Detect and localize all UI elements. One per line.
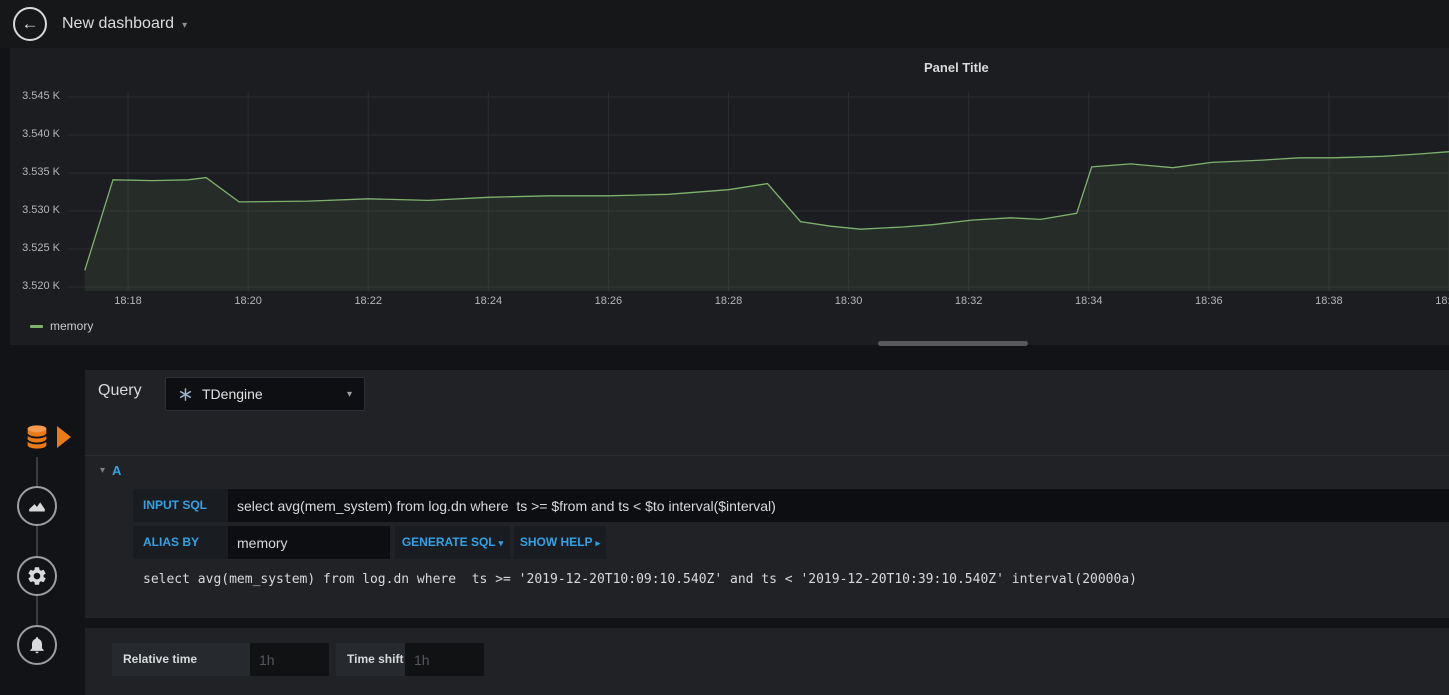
query-section-heading: Query [98, 382, 142, 399]
legend-color-dash [30, 324, 43, 328]
time-shift-label: Time shift [336, 643, 405, 676]
alias-by-field[interactable] [228, 526, 390, 559]
alias-by-label: ALIAS BY [133, 526, 228, 559]
time-series-chart[interactable] [68, 90, 1449, 295]
y-axis-label: 3.520 K [22, 280, 60, 292]
x-axis-label: 18:22 [354, 295, 382, 307]
bell-icon [30, 637, 44, 654]
x-axis-label: 18:30 [834, 295, 863, 307]
tdengine-logo-icon [179, 387, 192, 401]
gear-icon [28, 567, 46, 585]
x-axis-label: 18:18 [114, 295, 142, 307]
collapse-caret-icon[interactable]: ▾ [100, 465, 105, 476]
tab-connector-line [36, 437, 38, 645]
tab-visualization[interactable] [17, 486, 57, 526]
legend-label: memory [50, 319, 94, 333]
y-axis-label: 3.535 K [22, 166, 60, 178]
time-shift-input[interactable] [405, 643, 484, 676]
y-axis-label: 3.530 K [22, 204, 60, 216]
legend-series-toggle[interactable]: memory [30, 319, 93, 333]
top-navbar: ← New dashboard ▾ [0, 0, 1449, 48]
chevron-down-icon: ▾ [498, 538, 504, 548]
graph-panel: Panel Title memory 3.545 K 3.540 K 3.535 K… [10, 48, 1449, 345]
tab-queries[interactable] [17, 417, 57, 457]
datasource-name: TDengine [202, 386, 263, 402]
x-axis-label: 18:24 [474, 295, 503, 307]
x-axis-label: 18:32 [954, 295, 983, 307]
show-help-button[interactable]: SHOW HELP ▸ [514, 526, 606, 559]
relative-time-input[interactable] [250, 643, 329, 676]
tab-alert[interactable] [17, 625, 57, 665]
x-axis-label: 18:28 [714, 295, 743, 307]
generate-sql-button[interactable]: GENERATE SQL ▾ [395, 526, 510, 559]
graph-icon [29, 502, 45, 512]
active-tab-arrow-icon [57, 426, 71, 448]
x-axis-label: 18:26 [594, 295, 623, 307]
input-sql-field[interactable] [228, 489, 1449, 522]
chevron-down-icon: ▾ [182, 20, 188, 31]
x-axis-label: 18:20 [234, 295, 262, 307]
input-sql-label: INPUT SQL [133, 489, 228, 522]
generate-sql-label: GENERATE SQL [401, 535, 496, 549]
panel-title[interactable]: Panel Title [924, 60, 989, 75]
back-arrow-icon: ← [21, 14, 39, 33]
database-icon [26, 425, 48, 449]
x-axis-label: 18:34 [1074, 295, 1103, 307]
x-axis-label: 18:36 [1195, 295, 1223, 307]
show-help-label: SHOW HELP [519, 535, 593, 549]
y-axis-label: 3.540 K [22, 128, 60, 140]
generated-sql-text: select avg(mem_system) from log.dn where… [143, 572, 1137, 587]
x-axis-label: 18:38 [1315, 295, 1343, 307]
time-options-section: Relative time Time shift [85, 628, 1449, 695]
datasource-picker[interactable]: TDengine ▾ [165, 377, 365, 411]
query-row-header[interactable]: ▾ A [85, 455, 1449, 485]
y-axis-label: 3.545 K [22, 90, 60, 102]
back-button[interactable]: ← [13, 7, 47, 41]
query-editor-section: Query TDengine ▾ ▾ A INPUT SQL ALIAS BY … [85, 370, 1449, 618]
dashboard-title[interactable]: New dashboard ▾ [62, 0, 187, 48]
relative-time-label: Relative time [112, 643, 250, 676]
horizontal-scrollbar-thumb[interactable] [878, 341, 1028, 346]
chevron-down-icon: ▾ [346, 388, 352, 400]
query-ref-id: A [112, 463, 122, 478]
tab-general[interactable] [17, 556, 57, 596]
x-axis-label: 18:40 [1435, 295, 1449, 307]
dashboard-title-label: New dashboard [62, 15, 175, 32]
chevron-right-icon: ▸ [595, 538, 601, 548]
y-axis-label: 3.525 K [22, 242, 60, 254]
